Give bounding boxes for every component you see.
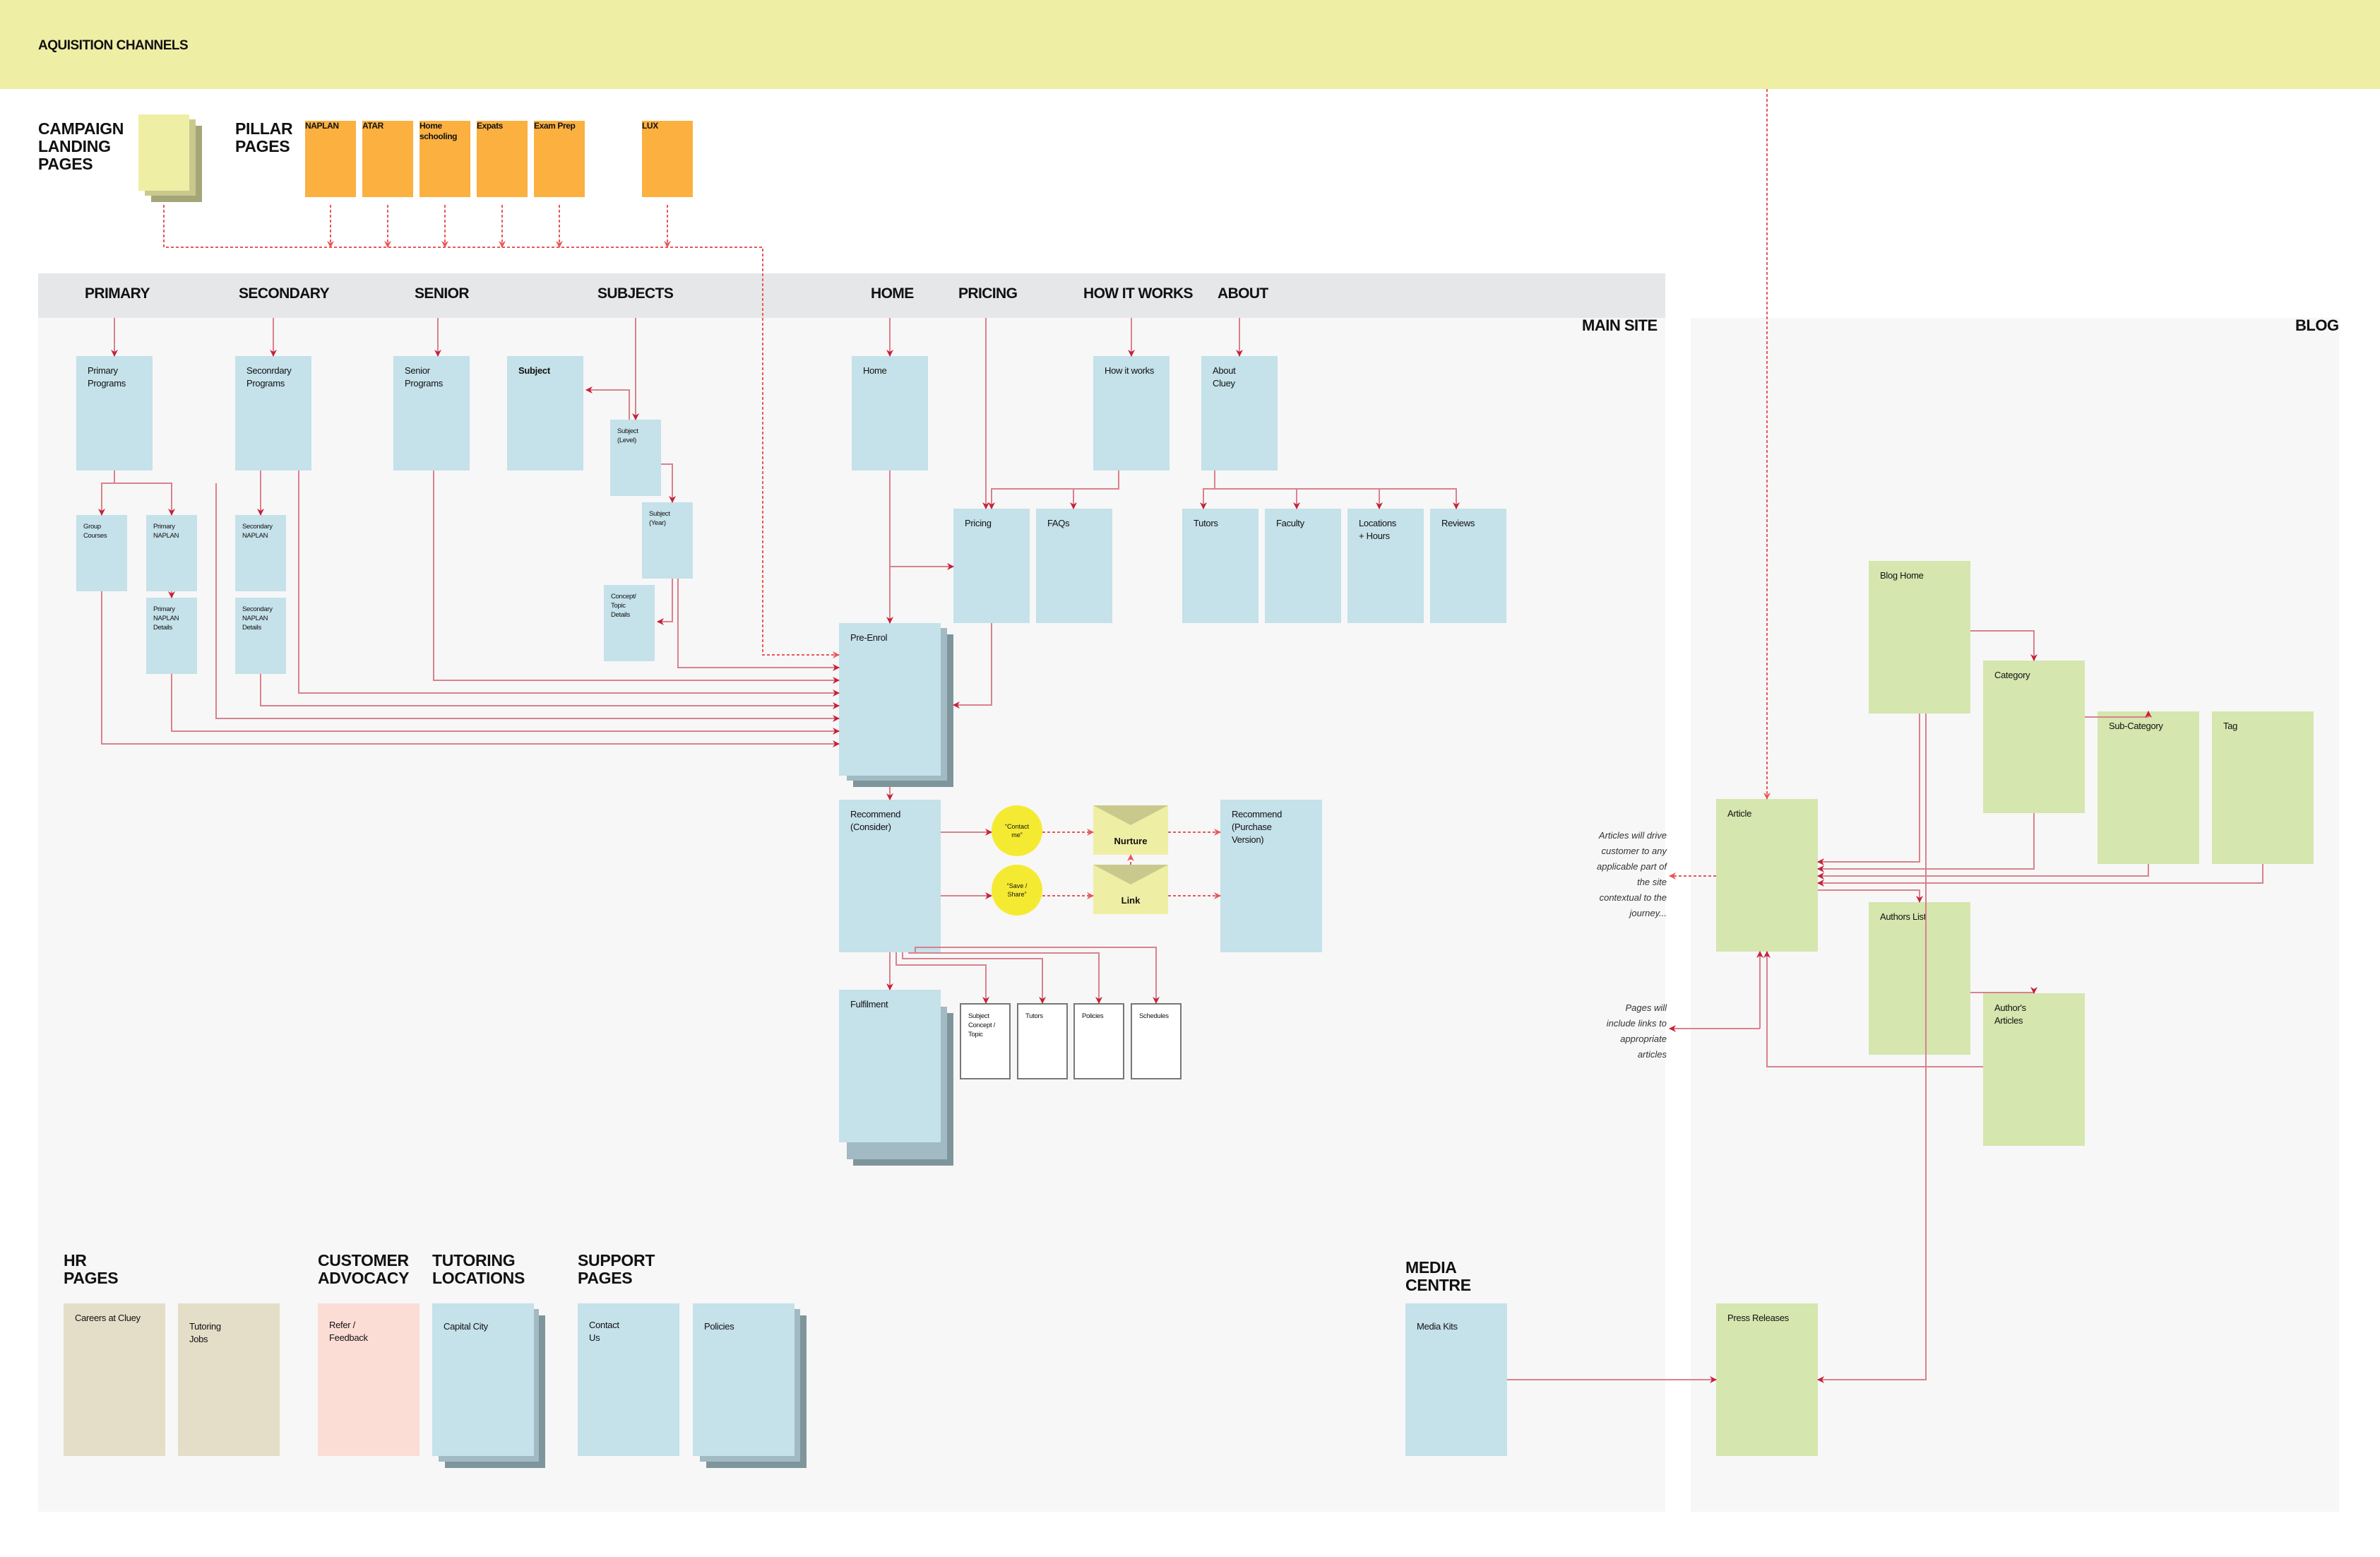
pillar-pages-heading: PILLAR PAGES: [235, 119, 293, 155]
node-subject-year[interactable]: Subject (Year): [642, 502, 693, 579]
node-recommend-purchase[interactable]: Recommend (Purchase Version): [1220, 800, 1322, 952]
node-refer-feedback[interactable]: Refer / Feedback: [318, 1303, 420, 1456]
node-article[interactable]: Article: [1716, 799, 1818, 952]
nav-how-it-works[interactable]: HOW IT WORKS: [1083, 285, 1194, 302]
node-primary-programs[interactable]: Primary Programs: [76, 356, 153, 470]
node-authors-articles[interactable]: Author's Articles: [1983, 993, 2085, 1146]
node-authors-list[interactable]: Authors List: [1869, 902, 1970, 1055]
node-save-share[interactable]: “Save / Share”: [992, 865, 1042, 916]
pillar-page-label: Expats: [477, 121, 503, 131]
campaign-landing-pages-heading: CAMPAIGN LANDING PAGES: [38, 119, 124, 173]
node-tag[interactable]: Tag: [2212, 711, 2314, 864]
node-secondary-programs[interactable]: Seconrdary Programs: [235, 356, 311, 470]
node-subject-level[interactable]: Subject (Level): [610, 420, 661, 496]
nav-pricing[interactable]: PRICING: [958, 285, 1018, 302]
node-about-cluey[interactable]: About Cluey: [1201, 356, 1278, 470]
pillar-page-exam-prep[interactable]: Exam Prep: [534, 121, 585, 197]
nav-secondary[interactable]: SECONDARY: [239, 285, 330, 302]
blog-label: BLOG: [2295, 316, 2339, 334]
pillar-page-label: Exam Prep: [534, 121, 576, 131]
node-home[interactable]: Home: [852, 356, 928, 470]
node-press-releases[interactable]: Press Releases: [1716, 1303, 1818, 1456]
customer-advocacy-heading: CUSTOMER ADVOCACY: [318, 1251, 410, 1287]
node-primary-naplan[interactable]: Primary NAPLAN: [146, 515, 197, 591]
hr-pages-heading: HR PAGES: [64, 1251, 119, 1287]
pillar-page-label: Home schooling: [420, 121, 458, 141]
link-label: Link: [1121, 895, 1141, 906]
node-blog-home[interactable]: Blog Home: [1869, 561, 1970, 714]
node-fulfilment-policies[interactable]: Policies: [1073, 1003, 1124, 1079]
pillar-page-label: ATAR: [362, 121, 383, 131]
node-fulfilment-subject-concept[interactable]: Subject Concept / Topic: [960, 1003, 1011, 1079]
nav-primary[interactable]: PRIMARY: [85, 285, 150, 302]
node-fulfilment-tutors[interactable]: Tutors: [1017, 1003, 1068, 1079]
node-faculty[interactable]: Faculty: [1265, 509, 1341, 623]
node-link[interactable]: Link: [1093, 865, 1168, 914]
node-secondary-naplan-details[interactable]: Secondary NAPLAN Details: [235, 598, 286, 674]
envelope-icon: [1093, 865, 1168, 884]
node-contact-me[interactable]: “Contact me”: [992, 805, 1042, 856]
acquisition-channels-band: [0, 0, 2380, 89]
nav-home[interactable]: HOME: [871, 285, 914, 302]
pillar-page-lux[interactable]: LUX: [642, 121, 693, 197]
tutoring-locations-heading: TUTORING LOCATIONS: [432, 1251, 525, 1287]
campaign-landing-page[interactable]: [138, 114, 189, 191]
envelope-icon: [1093, 805, 1168, 825]
node-concept-topic-details[interactable]: Concept/ Topic Details: [604, 585, 655, 661]
node-senior-programs[interactable]: Senior Programs: [393, 356, 470, 470]
node-fulfilment[interactable]: Fulfilment: [839, 990, 941, 1142]
node-faqs[interactable]: FAQs: [1036, 509, 1112, 623]
node-group-courses[interactable]: Group Courses: [76, 515, 127, 591]
node-nurture[interactable]: Nurture: [1093, 805, 1168, 855]
node-media-kits[interactable]: Media Kits: [1405, 1303, 1507, 1456]
main-site-label: MAIN SITE: [1582, 316, 1658, 334]
node-reviews[interactable]: Reviews: [1430, 509, 1506, 623]
node-tutors[interactable]: Tutors: [1182, 509, 1259, 623]
media-centre-heading: MEDIA CENTRE: [1405, 1258, 1471, 1294]
node-pre-enrol[interactable]: Pre-Enrol: [839, 623, 941, 776]
node-sub-category[interactable]: Sub-Category: [2098, 711, 2199, 864]
note-articles-drive: Articles will drive customer to any appl…: [1596, 830, 1667, 918]
node-capital-city[interactable]: Capital City: [432, 1303, 534, 1456]
node-pricing[interactable]: Pricing: [953, 509, 1030, 623]
support-pages-heading: SUPPORT PAGES: [578, 1251, 655, 1287]
acquisition-channels-title: AQUISITION CHANNELS: [38, 38, 189, 53]
node-how-it-works[interactable]: How it works: [1093, 356, 1170, 470]
note-pages-links: Pages will include links to appropriate …: [1606, 1002, 1667, 1060]
pillar-page-home-schooling[interactable]: Home schooling: [420, 121, 470, 197]
node-careers-at-cluey[interactable]: Careers at Cluey: [64, 1303, 165, 1456]
pillar-page-expats[interactable]: Expats: [477, 121, 528, 197]
node-category[interactable]: Category: [1983, 661, 2085, 813]
pillar-page-naplan[interactable]: NAPLAN: [305, 121, 356, 197]
nav-about[interactable]: ABOUT: [1218, 285, 1268, 302]
pillar-page-label: LUX: [642, 121, 658, 131]
node-tutoring-jobs[interactable]: Tutoring Jobs: [178, 1303, 280, 1456]
node-support-policies[interactable]: Policies: [693, 1303, 795, 1456]
nav-subjects[interactable]: SUBJECTS: [597, 285, 674, 302]
nav-senior[interactable]: SENIOR: [415, 285, 470, 302]
pillar-page-atar[interactable]: ATAR: [362, 121, 413, 197]
node-primary-naplan-details[interactable]: Primary NAPLAN Details: [146, 598, 197, 674]
node-secondary-naplan[interactable]: Secondary NAPLAN: [235, 515, 286, 591]
node-contact-us[interactable]: Contact Us: [578, 1303, 679, 1456]
node-recommend-consider[interactable]: Recommend (Consider): [839, 800, 941, 952]
pillar-page-label: NAPLAN: [305, 121, 339, 131]
node-fulfilment-schedules[interactable]: Schedules: [1131, 1003, 1182, 1079]
node-locations-hours[interactable]: Locations + Hours: [1347, 509, 1424, 623]
nurture-label: Nurture: [1114, 836, 1148, 846]
node-subject[interactable]: Subject: [507, 356, 583, 470]
